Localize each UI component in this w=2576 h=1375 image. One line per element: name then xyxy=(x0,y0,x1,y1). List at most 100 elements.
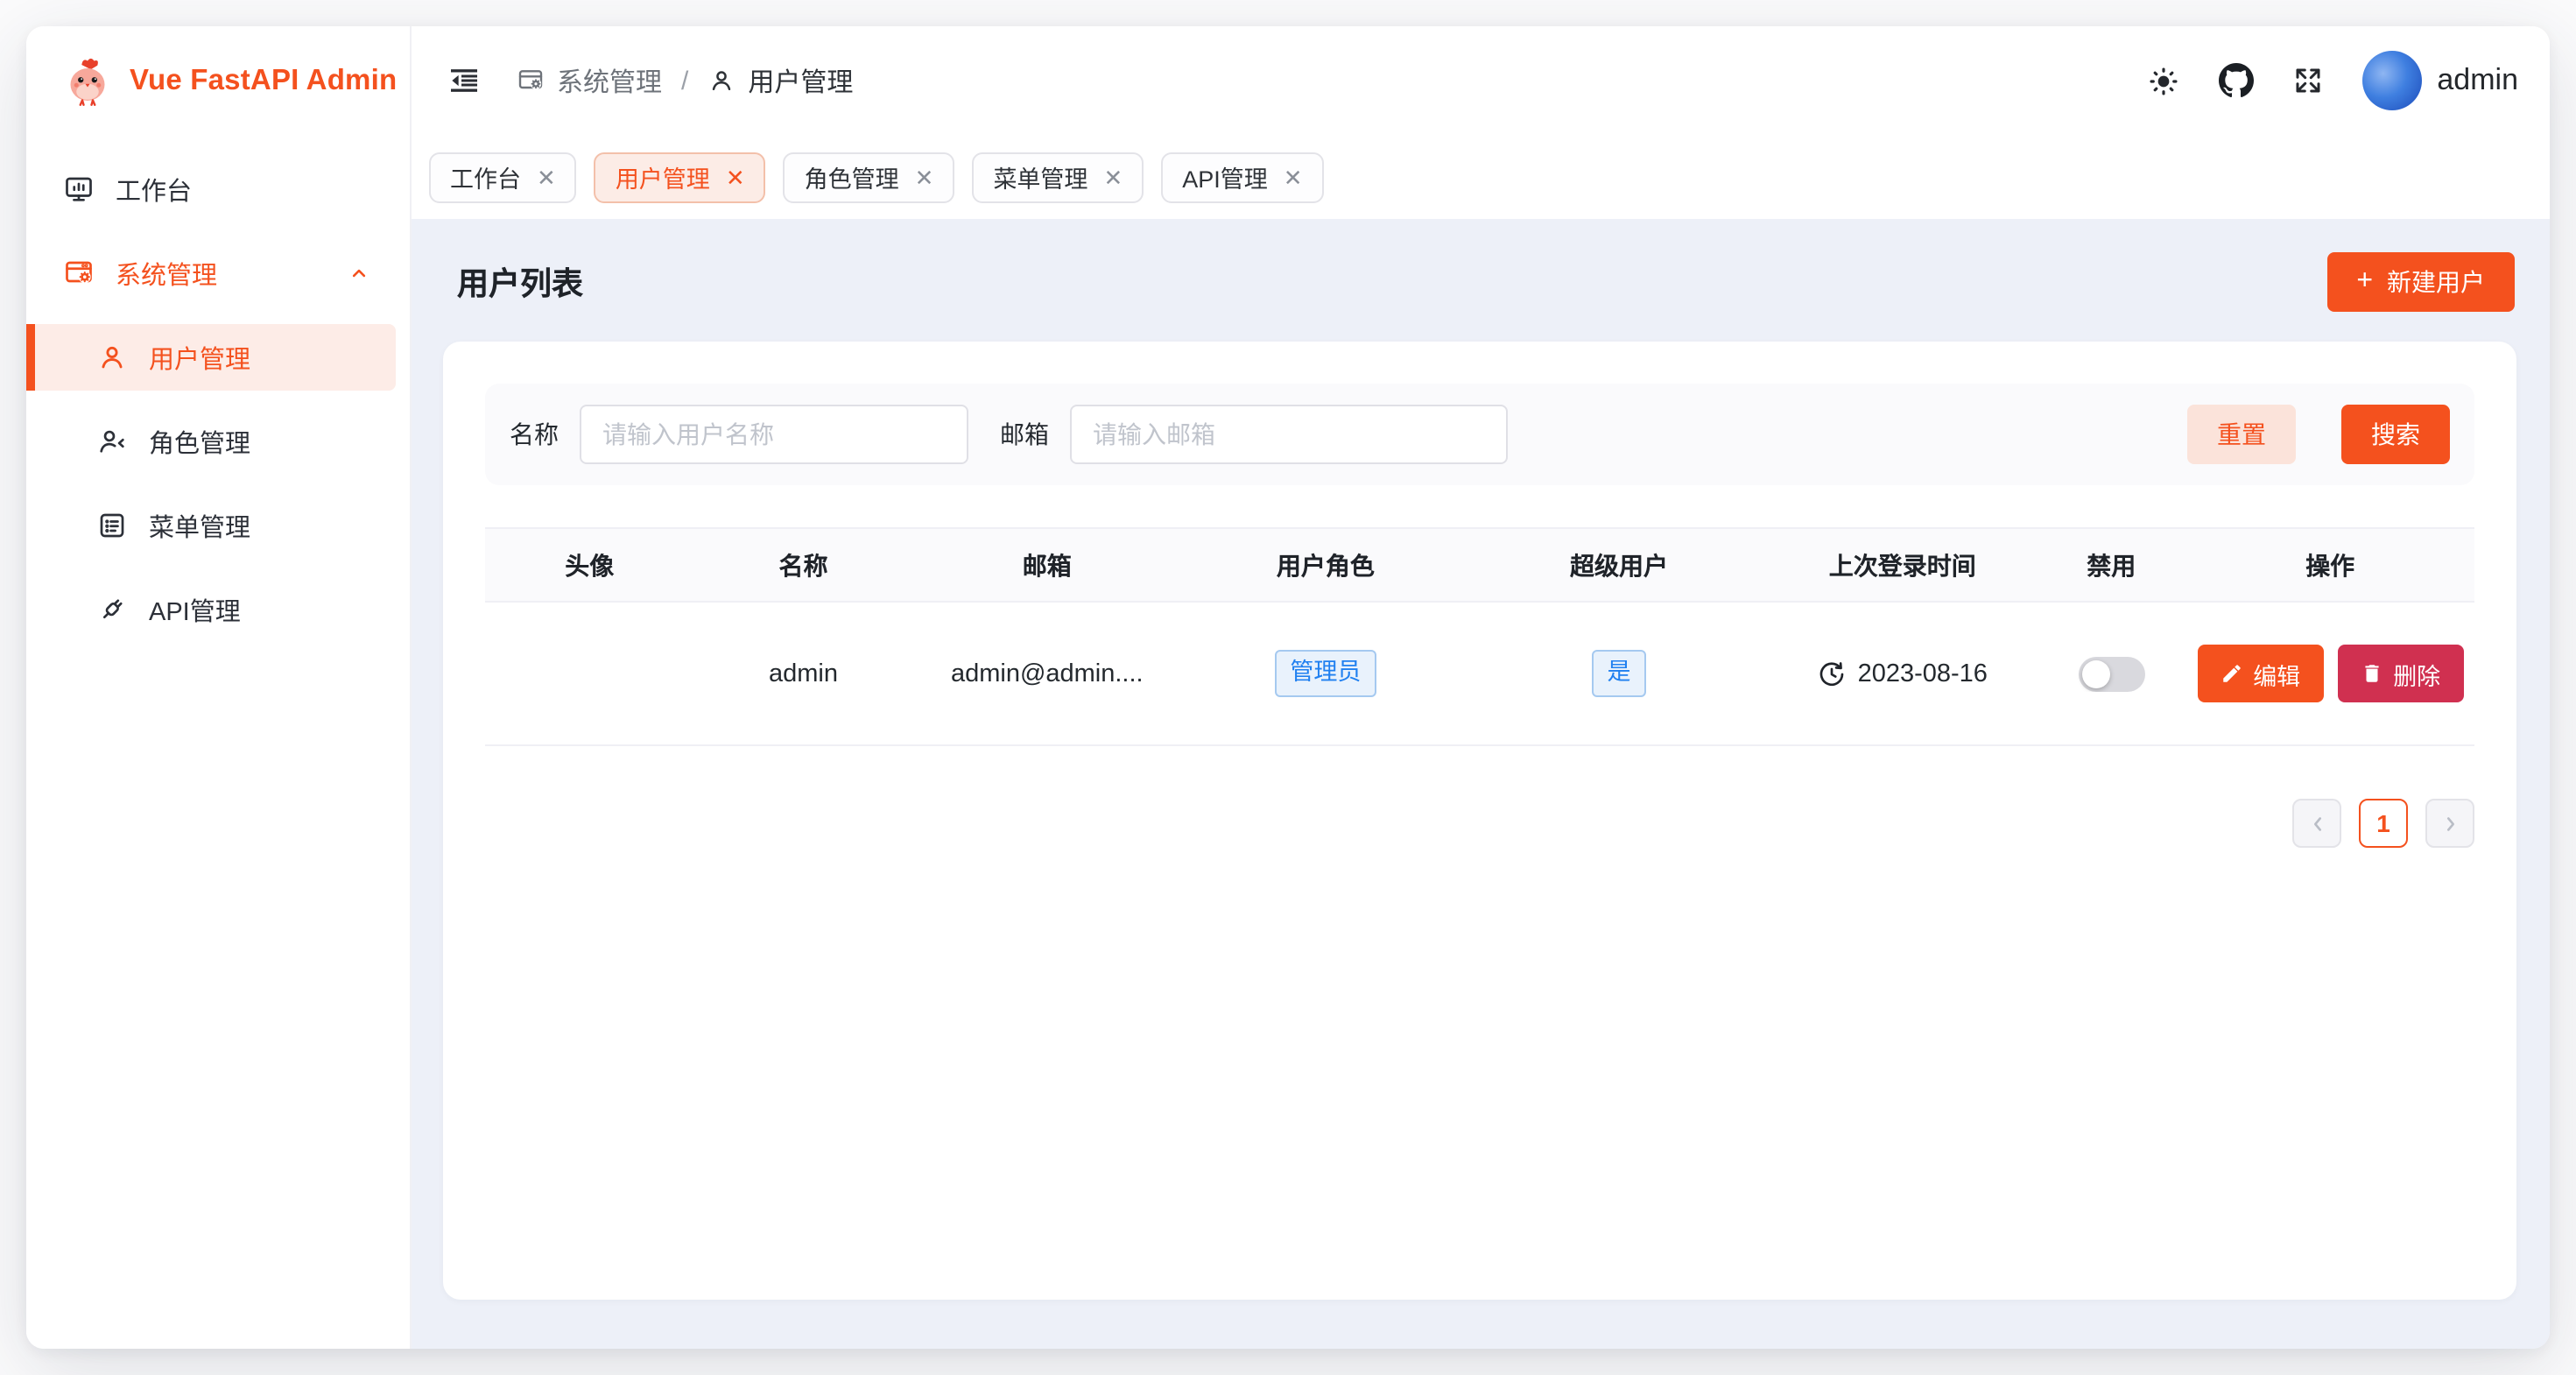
user-list-card: 名称 邮箱 重置 搜索 头像 名称 邮 xyxy=(443,342,2516,1300)
tab-menus[interactable]: 菜单管理 ✕ xyxy=(972,152,1144,202)
cell-last-login: 2023-08-16 xyxy=(1768,659,2037,688)
sidebar-item-roles[interactable]: 角色管理 xyxy=(26,408,396,475)
system-settings-icon xyxy=(63,257,95,289)
column-last-login: 上次登录时间 xyxy=(1768,547,2037,582)
fullscreen-icon[interactable] xyxy=(2291,65,2323,96)
tab-label: 菜单管理 xyxy=(993,159,1087,194)
name-filter-label: 名称 xyxy=(510,417,559,452)
cell-superuser: 是 xyxy=(1470,651,1769,696)
sidebar-item-api[interactable]: API管理 xyxy=(26,576,396,643)
sidebar-item-users[interactable]: 用户管理 xyxy=(26,324,396,391)
sidebar-item-label: 用户管理 xyxy=(149,339,250,376)
sidebar-item-label: 系统管理 xyxy=(116,255,217,292)
column-roles: 用户角色 xyxy=(1181,547,1469,582)
close-icon[interactable]: ✕ xyxy=(1284,166,1303,188)
pagination-prev-button[interactable] xyxy=(2292,799,2341,848)
tab-label: 工作台 xyxy=(450,159,521,194)
theme-sun-icon[interactable] xyxy=(2146,64,2179,97)
pagination-page-1[interactable]: 1 xyxy=(2359,799,2408,848)
github-icon[interactable] xyxy=(2218,63,2253,98)
cell-actions: 编辑 删除 xyxy=(2185,645,2474,702)
column-superuser: 超级用户 xyxy=(1470,547,1769,582)
delete-button-label: 删除 xyxy=(2393,656,2440,691)
breadcrumb-label: 系统管理 xyxy=(557,62,662,99)
breadcrumb-item-users[interactable]: 用户管理 xyxy=(707,62,853,99)
content: 用户列表 + 新建用户 名称 邮箱 重置 xyxy=(412,219,2550,1349)
column-name: 名称 xyxy=(694,547,913,582)
role-icon xyxy=(96,426,128,457)
cell-name: admin xyxy=(694,659,913,688)
logo[interactable]: Vue FastAPI Admin xyxy=(26,26,410,135)
breadcrumb-label: 用户管理 xyxy=(748,62,853,99)
pagination-next-button[interactable] xyxy=(2425,799,2474,848)
edit-button-label: 编辑 xyxy=(2253,656,2300,691)
system-settings-icon xyxy=(517,67,545,95)
avatar xyxy=(2361,51,2421,110)
page-head: 用户列表 + 新建用户 xyxy=(412,219,2550,342)
cell-disabled xyxy=(2037,656,2185,691)
close-icon[interactable]: ✕ xyxy=(537,166,556,188)
app-window: Vue FastAPI Admin 工作台 xyxy=(26,26,2550,1349)
username: admin xyxy=(2437,63,2518,98)
page-title: 用户列表 xyxy=(457,259,583,305)
tab-workbench[interactable]: 工作台 ✕ xyxy=(429,152,577,202)
sidebar-item-menus[interactable]: 菜单管理 xyxy=(26,492,396,559)
disabled-toggle[interactable] xyxy=(2078,656,2144,691)
sidebar-item-workbench[interactable]: 工作台 xyxy=(26,156,396,222)
tabstrip: 工作台 ✕ 用户管理 ✕ 角色管理 ✕ 菜单管理 ✕ API管理 ✕ xyxy=(412,135,2550,219)
close-icon[interactable]: ✕ xyxy=(1103,166,1123,188)
cell-email: admin@admin.... xyxy=(912,659,1181,688)
pagination: 1 xyxy=(485,799,2474,848)
name-filter-input[interactable] xyxy=(580,405,968,464)
main-area: 系统管理 / 用户管理 xyxy=(412,26,2550,1349)
trash-icon xyxy=(2360,662,2382,685)
column-avatar: 头像 xyxy=(485,547,694,582)
tab-api[interactable]: API管理 ✕ xyxy=(1161,152,1323,202)
close-icon[interactable]: ✕ xyxy=(726,166,745,188)
column-email: 邮箱 xyxy=(912,547,1181,582)
users-table: 头像 名称 邮箱 用户角色 超级用户 上次登录时间 禁用 操作 admin xyxy=(485,527,2474,746)
sidebar-collapse-icon[interactable] xyxy=(447,63,482,98)
email-filter-input[interactable] xyxy=(1070,405,1508,464)
delete-button[interactable]: 删除 xyxy=(2337,645,2463,702)
new-user-button[interactable]: + 新建用户 xyxy=(2326,252,2515,312)
chick-logo-icon xyxy=(61,54,114,107)
tab-label: 用户管理 xyxy=(616,159,710,194)
sidebar-menu: 工作台 系统管理 xyxy=(26,135,410,652)
sidebar: Vue FastAPI Admin 工作台 xyxy=(26,26,412,1349)
search-button[interactable]: 搜索 xyxy=(2341,405,2450,464)
column-disabled: 禁用 xyxy=(2037,547,2185,582)
topbar-right: admin xyxy=(2146,51,2518,110)
user-icon xyxy=(96,342,128,373)
close-icon[interactable]: ✕ xyxy=(915,166,934,188)
toggle-knob xyxy=(2081,659,2109,688)
user-menu[interactable]: admin xyxy=(2361,51,2518,110)
reset-button[interactable]: 重置 xyxy=(2187,405,2296,464)
email-filter-label: 邮箱 xyxy=(1000,417,1049,452)
sidebar-item-label: 角色管理 xyxy=(149,423,250,460)
sidebar-item-label: 菜单管理 xyxy=(149,507,250,544)
last-login-value: 2023-08-16 xyxy=(1858,659,1988,688)
tab-label: API管理 xyxy=(1182,159,1268,194)
edit-button[interactable]: 编辑 xyxy=(2197,645,2323,702)
menu-list-icon xyxy=(96,510,128,541)
api-plug-icon xyxy=(96,594,128,625)
sidebar-item-system[interactable]: 系统管理 xyxy=(26,240,396,307)
clock-history-icon xyxy=(1818,659,1846,688)
breadcrumb-item-system[interactable]: 系统管理 xyxy=(517,62,662,99)
breadcrumb-separator: / xyxy=(681,66,688,95)
filter-actions: 重置 搜索 xyxy=(2187,405,2450,464)
workbench-monitor-icon xyxy=(63,173,95,205)
tab-roles[interactable]: 角色管理 ✕ xyxy=(784,152,955,202)
pencil-icon xyxy=(2220,662,2242,685)
plus-icon: + xyxy=(2356,267,2373,295)
sidebar-item-label: 工作台 xyxy=(116,171,192,208)
cell-roles: 管理员 xyxy=(1181,651,1469,696)
tab-users[interactable]: 用户管理 ✕ xyxy=(595,152,766,202)
sidebar-item-label: API管理 xyxy=(149,591,241,628)
superuser-tag: 是 xyxy=(1591,651,1646,696)
chevron-up-icon xyxy=(347,261,371,286)
user-icon xyxy=(707,67,735,95)
app-title: Vue FastAPI Admin xyxy=(130,64,397,97)
new-user-button-label: 新建用户 xyxy=(2387,264,2485,300)
